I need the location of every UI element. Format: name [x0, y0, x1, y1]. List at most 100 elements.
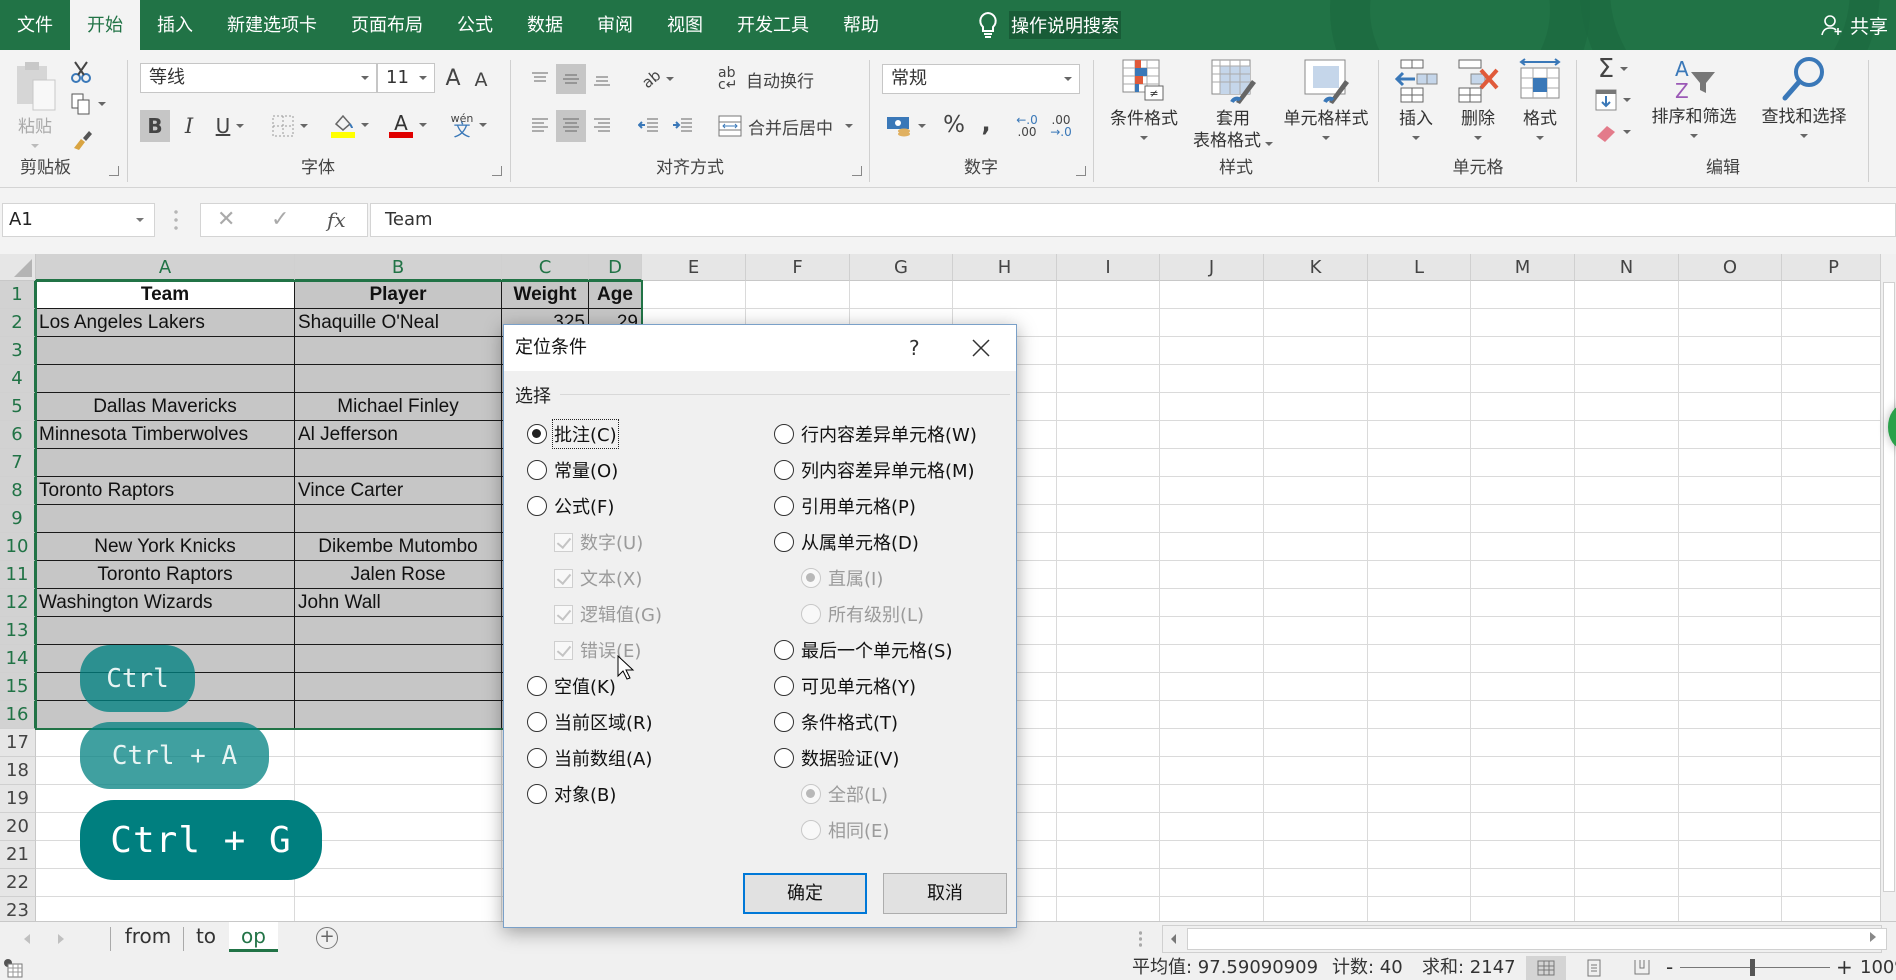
cell-M1[interactable]: [1471, 281, 1575, 309]
column-header-B[interactable]: B: [295, 254, 502, 281]
cell-J22[interactable]: [1160, 869, 1264, 897]
cell-L14[interactable]: [1368, 645, 1471, 673]
radio-icon[interactable]: [527, 424, 547, 444]
cell-L12[interactable]: [1368, 589, 1471, 617]
font-dialog-launcher[interactable]: [492, 166, 502, 176]
radio-icon[interactable]: [774, 748, 794, 768]
cell-I5[interactable]: [1057, 393, 1160, 421]
cell-N11[interactable]: [1575, 561, 1679, 589]
cell-I13[interactable]: [1057, 617, 1160, 645]
cell-N21[interactable]: [1575, 841, 1679, 869]
fill-button[interactable]: [1590, 86, 1636, 114]
cell-J13[interactable]: [1160, 617, 1264, 645]
row-header-20[interactable]: 20: [0, 813, 36, 841]
name-box[interactable]: A1: [2, 203, 155, 237]
cell-N5[interactable]: [1575, 393, 1679, 421]
ribbon-tab[interactable]: 开始: [70, 0, 140, 50]
cell-J14[interactable]: [1160, 645, 1264, 673]
cell-J2[interactable]: [1160, 309, 1264, 337]
page-break-view-button[interactable]: [1622, 956, 1662, 980]
cell-B1[interactable]: Player: [295, 281, 502, 309]
cell-B18[interactable]: [295, 757, 502, 785]
sheet-tab-op[interactable]: op: [229, 922, 278, 952]
radio-icon[interactable]: [774, 496, 794, 516]
column-header-M[interactable]: M: [1471, 254, 1575, 281]
cell-A10[interactable]: New York Knicks: [36, 533, 295, 561]
cell-C1[interactable]: Weight: [502, 281, 589, 309]
cell-I17[interactable]: [1057, 729, 1160, 757]
cell-L21[interactable]: [1368, 841, 1471, 869]
cell-N20[interactable]: [1575, 813, 1679, 841]
paste-button[interactable]: 粘贴: [10, 60, 60, 148]
cell-A11[interactable]: Toronto Raptors: [36, 561, 295, 589]
cell-O7[interactable]: [1679, 449, 1782, 477]
cell-J18[interactable]: [1160, 757, 1264, 785]
orientation-button[interactable]: ab: [636, 64, 680, 94]
cell-B22[interactable]: [295, 869, 502, 897]
cell-N16[interactable]: [1575, 701, 1679, 729]
vertical-scroll-thumb[interactable]: [1883, 282, 1895, 892]
cell-N13[interactable]: [1575, 617, 1679, 645]
underline-button[interactable]: U: [210, 110, 250, 142]
cell-H1[interactable]: [953, 281, 1057, 309]
cell-B20[interactable]: [295, 813, 502, 841]
prev-sheet-icon[interactable]: [24, 934, 30, 944]
alignment-dialog-launcher[interactable]: [852, 166, 862, 176]
cell-A6[interactable]: Minnesota Timberwolves: [36, 421, 295, 449]
cell-J8[interactable]: [1160, 477, 1264, 505]
cell-N1[interactable]: [1575, 281, 1679, 309]
cell-B7[interactable]: [295, 449, 502, 477]
cell-K13[interactable]: [1264, 617, 1368, 645]
cell-N4[interactable]: [1575, 365, 1679, 393]
cell-B3[interactable]: [295, 337, 502, 365]
copy-dropdown[interactable]: [98, 102, 106, 106]
cell-B15[interactable]: [295, 673, 502, 701]
radio-option[interactable]: 引用单元格(P): [774, 493, 916, 519]
next-sheet-icon[interactable]: [58, 934, 64, 944]
column-header-P[interactable]: P: [1782, 254, 1880, 281]
cell-I2[interactable]: [1057, 309, 1160, 337]
font-name-combo[interactable]: 等线: [140, 63, 377, 93]
cell-O20[interactable]: [1679, 813, 1782, 841]
delete-cells-button[interactable]: 删除: [1448, 58, 1508, 140]
radio-option[interactable]: 当前数组(A): [527, 745, 652, 771]
cell-A4[interactable]: [36, 365, 295, 393]
radio-option[interactable]: 条件格式(T): [774, 709, 898, 735]
cell-J21[interactable]: [1160, 841, 1264, 869]
cell-I14[interactable]: [1057, 645, 1160, 673]
row-header-15[interactable]: 15: [0, 673, 36, 701]
conditional-formatting-button[interactable]: ≠ 条件格式: [1104, 58, 1184, 140]
cell-P6[interactable]: [1782, 421, 1880, 449]
cell-J5[interactable]: [1160, 393, 1264, 421]
cell-J3[interactable]: [1160, 337, 1264, 365]
row-header-14[interactable]: 14: [0, 645, 36, 673]
cell-J6[interactable]: [1160, 421, 1264, 449]
borders-button[interactable]: [268, 110, 312, 142]
fill-color-button[interactable]: [328, 108, 372, 142]
cell-L9[interactable]: [1368, 505, 1471, 533]
cell-B17[interactable]: [295, 729, 502, 757]
cell-K11[interactable]: [1264, 561, 1368, 589]
horizontal-scroll-thumb[interactable]: [1187, 928, 1887, 950]
cell-K16[interactable]: [1264, 701, 1368, 729]
radio-icon[interactable]: [774, 640, 794, 660]
cell-M19[interactable]: [1471, 785, 1575, 813]
column-header-A[interactable]: A: [36, 254, 295, 281]
ribbon-tab[interactable]: 数据: [510, 0, 580, 50]
cell-B13[interactable]: [295, 617, 502, 645]
cell-P5[interactable]: [1782, 393, 1880, 421]
row-header-8[interactable]: 8: [0, 477, 36, 505]
cell-D1[interactable]: Age: [589, 281, 642, 309]
cell-J12[interactable]: [1160, 589, 1264, 617]
row-header-10[interactable]: 10: [0, 533, 36, 561]
column-header-D[interactable]: D: [589, 254, 642, 281]
accounting-format-button[interactable]: [882, 110, 930, 142]
row-header-3[interactable]: 3: [0, 337, 36, 365]
number-format-combo[interactable]: 常规: [882, 64, 1080, 94]
ribbon-tab[interactable]: 公式: [440, 0, 510, 50]
cell-N7[interactable]: [1575, 449, 1679, 477]
cell-A7[interactable]: [36, 449, 295, 477]
cell-N12[interactable]: [1575, 589, 1679, 617]
cell-K23[interactable]: [1264, 897, 1368, 921]
cell-I3[interactable]: [1057, 337, 1160, 365]
